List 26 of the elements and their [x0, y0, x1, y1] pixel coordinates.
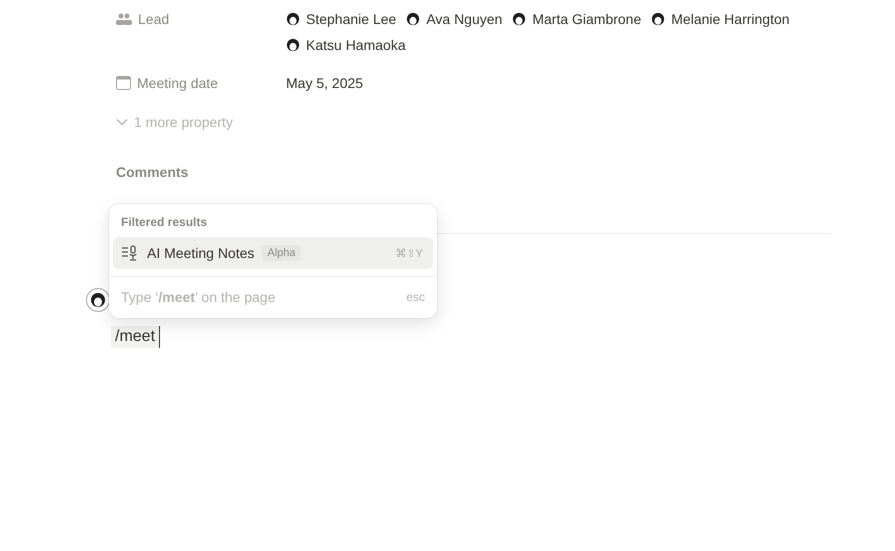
avatar-icon: [286, 12, 300, 26]
person-name[interactable]: Katsu Hamaoka: [306, 34, 406, 56]
typed-text[interactable]: /meet: [111, 326, 160, 348]
avatar-icon: [286, 38, 300, 52]
microphone-list-icon: [121, 245, 139, 261]
person-name[interactable]: Ava Nguyen: [426, 8, 502, 30]
keyboard-shortcut: ⌘⇧Y: [395, 246, 423, 260]
person-name[interactable]: Marta Giambrone: [532, 8, 642, 30]
people-icon: [116, 13, 132, 25]
menu-item[interactable]: AI Meeting Notes Alpha ⌘⇧Y: [113, 237, 433, 269]
property-label: Lead: [138, 10, 170, 29]
comments-heading: Comments: [116, 164, 190, 180]
avatar-icon: [651, 12, 666, 26]
footer-hint: Type ‘/meet’ on the page: [121, 289, 276, 305]
property-value[interactable]: May 5, 2025: [286, 72, 364, 94]
avatar-icon: [90, 292, 106, 308]
person-name[interactable]: Stephanie Lee: [306, 8, 396, 30]
menu-header: Filtered results: [120, 214, 208, 231]
chevron-icon: [116, 118, 128, 126]
person-name[interactable]: Melanie Harrington: [671, 8, 790, 30]
calendar-icon: [116, 76, 131, 90]
avatar-icon: [512, 12, 526, 26]
property-label: Meeting date: [137, 74, 218, 93]
alpha-badge: Alpha: [262, 245, 301, 261]
avatar-icon: [406, 12, 420, 26]
esc-hint: esc: [406, 290, 425, 304]
